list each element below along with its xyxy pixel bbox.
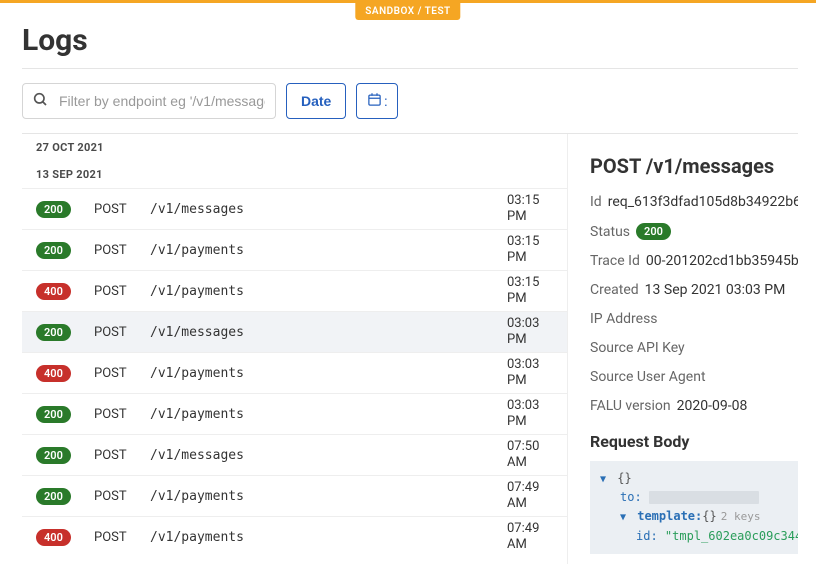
log-time: 03:03 PM (507, 316, 553, 347)
log-row[interactable]: 200 POST/v1/payments03:03 PM (22, 393, 567, 434)
log-endpoint: /v1/payments (150, 530, 507, 545)
redacted-value (649, 491, 759, 504)
label-apikey: Source API Key (590, 340, 685, 356)
json-key-to: to: (620, 490, 642, 504)
label-ip: IP Address (590, 311, 658, 327)
value-id: req_613f3dfad105d8b34922b6b4 (608, 194, 798, 210)
log-row[interactable]: 200 POST/v1/payments07:49 AM (22, 475, 567, 516)
json-val-id: "tmpl_602ea0c09c344a4ec622508b" (665, 529, 798, 543)
log-time: 03:15 PM (507, 275, 553, 306)
value-trace: 00-201202cd1bb35945bc95fb0f94 (646, 253, 798, 269)
filter-bar: Date : (22, 83, 798, 119)
log-time: 07:50 AM (507, 439, 553, 470)
caret-down-icon[interactable]: ▼ (620, 510, 630, 526)
status-badge: 200 (636, 223, 671, 240)
log-row[interactable]: 400 POST/v1/payments07:49 AM (22, 516, 567, 557)
page-title: Logs (22, 23, 798, 58)
log-row[interactable]: 200 POST/v1/messages07:50 AM (22, 434, 567, 475)
calendar-button[interactable]: : (356, 83, 398, 119)
log-endpoint: /v1/payments (150, 243, 507, 258)
log-method: POST (94, 366, 150, 381)
detail-panel: POST /v1/messages Id req_613f3dfad105d8b3… (567, 134, 798, 564)
json-viewer[interactable]: ▼ {} to: ▼ template:{}2 keys id: "tmpl_6… (590, 461, 798, 554)
logs-list[interactable]: 27 OCT 202113 SEP 2021 200 POST/v1/message… (22, 134, 567, 564)
label-id: Id (590, 194, 602, 210)
status-badge: 400 (36, 365, 71, 382)
json-key-id: id: (636, 529, 658, 543)
detail-title: POST /v1/messages (590, 154, 798, 178)
log-endpoint: /v1/payments (150, 366, 507, 381)
status-badge: 400 (36, 283, 71, 300)
log-method: POST (94, 407, 150, 422)
json-key-count: 2 keys (721, 510, 761, 523)
log-method: POST (94, 325, 150, 340)
json-key-template: template: (637, 509, 702, 523)
search-icon (32, 91, 48, 111)
divider (22, 68, 798, 69)
status-badge: 200 (36, 242, 71, 259)
log-endpoint: /v1/messages (150, 325, 507, 340)
status-badge: 200 (36, 406, 71, 423)
log-method: POST (94, 243, 150, 258)
log-row[interactable]: 200 POST/v1/payments03:15 PM (22, 229, 567, 270)
log-time: 03:03 PM (507, 357, 553, 388)
log-endpoint: /v1/messages (150, 448, 507, 463)
label-version: FALU version (590, 398, 671, 414)
log-method: POST (94, 284, 150, 299)
date-header: 27 OCT 2021 (22, 134, 567, 161)
value-version: 2020-09-08 (677, 398, 748, 414)
log-time: 07:49 AM (507, 521, 553, 552)
status-badge: 200 (36, 488, 71, 505)
label-created: Created (590, 282, 639, 298)
log-time: 03:03 PM (507, 398, 553, 429)
calendar-icon (367, 92, 382, 110)
search-input[interactable] (22, 83, 276, 119)
log-time: 03:15 PM (507, 193, 553, 224)
top-accent-bar: SANDBOX / TEST (0, 0, 816, 3)
log-row[interactable]: 400 POST/v1/payments03:15 PM (22, 270, 567, 311)
date-header: 13 SEP 2021 (22, 161, 567, 188)
log-row[interactable]: 200 POST/v1/messages03:15 PM (22, 188, 567, 229)
log-row[interactable]: 200 POST/v1/messages03:03 PM (22, 311, 567, 352)
calendar-colon: : (384, 93, 388, 109)
log-endpoint: /v1/payments (150, 407, 507, 422)
log-endpoint: /v1/messages (150, 202, 507, 217)
status-badge: 400 (36, 529, 71, 546)
caret-down-icon[interactable]: ▼ (600, 472, 610, 488)
label-trace: Trace Id (590, 253, 640, 269)
date-button[interactable]: Date (286, 83, 346, 119)
log-method: POST (94, 448, 150, 463)
log-time: 07:49 AM (507, 480, 553, 511)
search-wrap (22, 83, 276, 119)
status-badge: 200 (36, 324, 71, 341)
log-row[interactable]: 400 POST/v1/payments03:03 PM (22, 352, 567, 393)
label-ua: Source User Agent (590, 369, 706, 385)
log-endpoint: /v1/payments (150, 489, 507, 504)
log-endpoint: /v1/payments (150, 284, 507, 299)
request-body-header: Request Body (590, 432, 798, 451)
log-method: POST (94, 530, 150, 545)
log-method: POST (94, 489, 150, 504)
sandbox-badge: SANDBOX / TEST (355, 3, 460, 20)
log-time: 03:15 PM (507, 234, 553, 265)
status-badge: 200 (36, 447, 71, 464)
value-created: 13 Sep 2021 03:03 PM (645, 282, 786, 298)
log-method: POST (94, 202, 150, 217)
status-badge: 200 (36, 201, 71, 218)
label-status: Status (590, 224, 630, 240)
